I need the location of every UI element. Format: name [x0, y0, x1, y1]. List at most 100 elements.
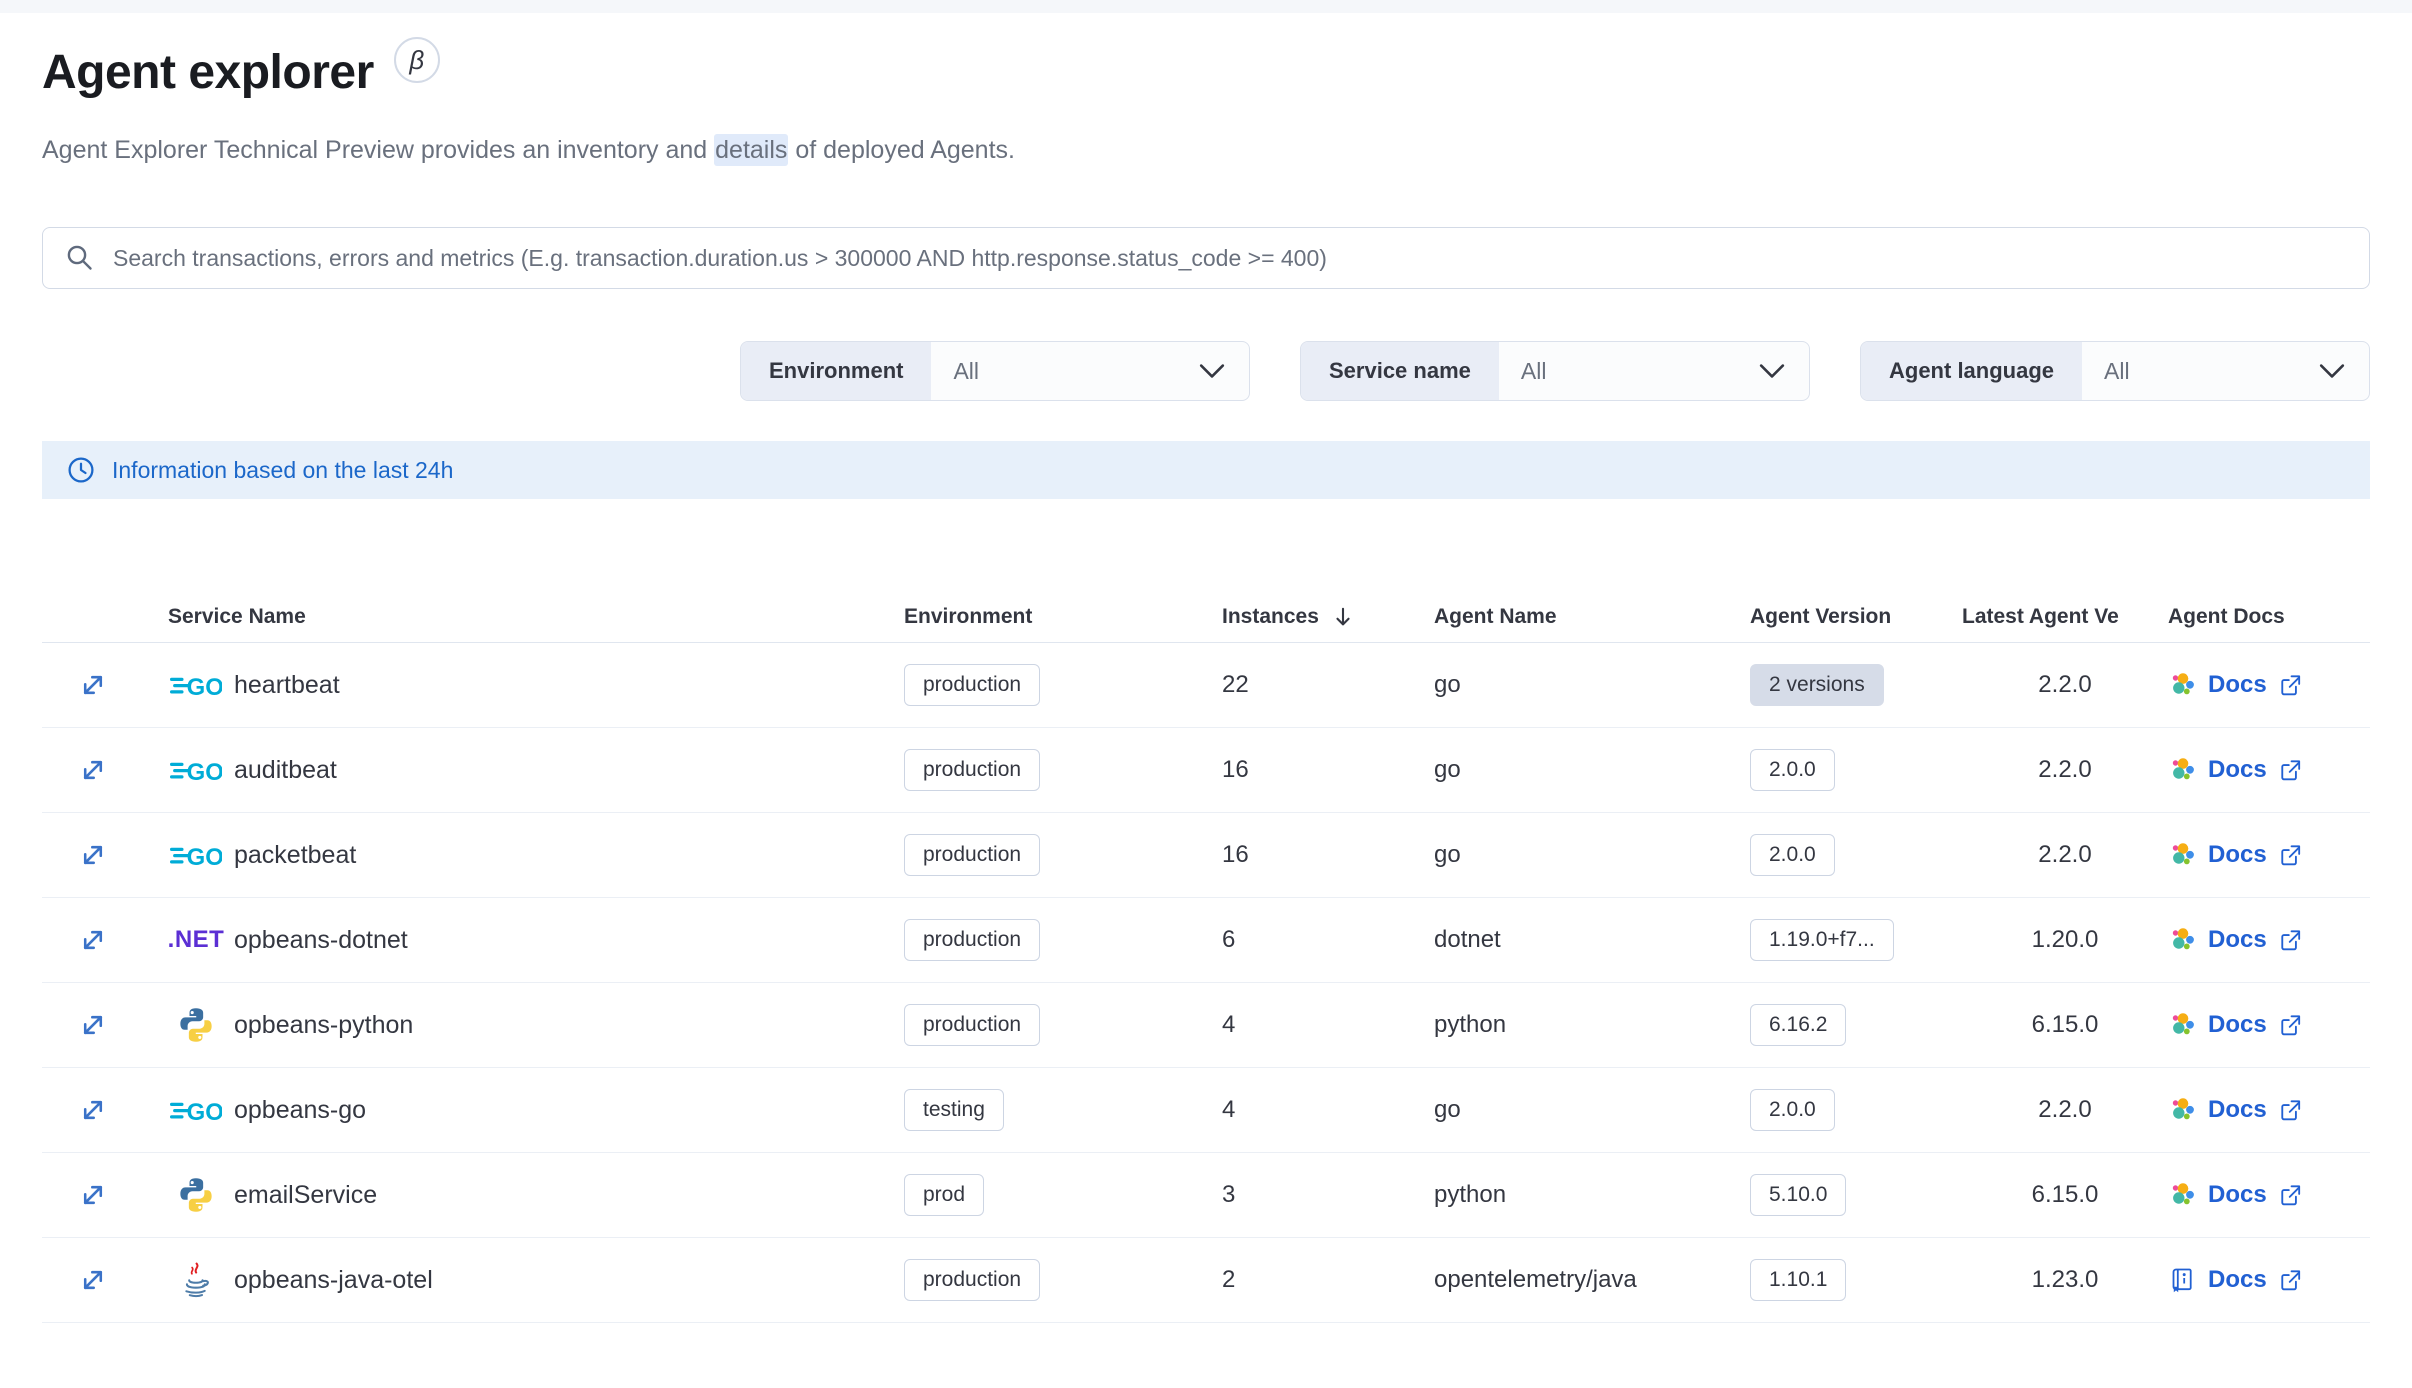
- header-latest-agent-version[interactable]: Latest Agent Ve: [1962, 605, 2168, 629]
- expand-row-button[interactable]: [72, 664, 114, 706]
- filter-agent-language-value: All: [2104, 357, 2130, 384]
- latest-agent-version-value: 2.2.0: [2038, 671, 2092, 698]
- expand-icon: [83, 1270, 103, 1290]
- expand-row-button[interactable]: [72, 919, 114, 961]
- external-link-icon: [2281, 760, 2300, 781]
- expand-row-button[interactable]: [72, 1259, 114, 1301]
- agent-version-badge: 2.0.0: [1750, 749, 1835, 791]
- chevron-down-icon: [1199, 364, 1225, 378]
- latest-agent-version-value: 1.20.0: [2031, 926, 2099, 953]
- agent-version-badge: 2.0.0: [1750, 834, 1835, 876]
- agent-docs-link[interactable]: Docs: [2168, 756, 2303, 784]
- service-name[interactable]: packetbeat: [234, 841, 356, 870]
- service-name[interactable]: opbeans-java-otel: [234, 1266, 433, 1295]
- header-instances[interactable]: Instances: [1222, 605, 1434, 629]
- table-row: heartbeat production 22 go 2 versions 2.…: [42, 643, 2370, 728]
- agent-name-value: dotnet: [1434, 926, 1501, 953]
- expand-row-button[interactable]: [72, 834, 114, 876]
- table-row: packetbeat production 16 go 2.0.0 2.2.0 …: [42, 813, 2370, 898]
- environment-badge: production: [904, 749, 1041, 791]
- filter-service-name[interactable]: Service name All: [1300, 341, 1810, 401]
- expand-row-button[interactable]: [72, 1089, 114, 1131]
- docs-link-label: Docs: [2208, 671, 2267, 698]
- instances-value: 2: [1222, 1266, 1236, 1293]
- expand-icon: [83, 675, 103, 695]
- service-name[interactable]: emailService: [234, 1181, 377, 1210]
- instances-value: 4: [1222, 1096, 1236, 1123]
- agent-name-value: go: [1434, 841, 1461, 868]
- elastic-agent-icon: [2172, 673, 2194, 695]
- java-icon: [168, 1259, 224, 1301]
- filter-environment-value: All: [953, 357, 980, 384]
- agent-name-value: go: [1434, 671, 1461, 698]
- table-header-row: Service Name Environment Instances Agent…: [42, 591, 2370, 643]
- filter-agent-language[interactable]: Agent language All: [1860, 341, 2370, 401]
- external-link-icon: [2281, 930, 2300, 951]
- service-name[interactable]: auditbeat: [234, 756, 337, 785]
- service-name[interactable]: opbeans-dotnet: [234, 926, 408, 955]
- environment-badge: production: [904, 1004, 1041, 1046]
- dotnet-icon: .NET: [167, 926, 225, 953]
- latest-agent-version-value: 6.15.0: [2031, 1181, 2099, 1208]
- filter-service-name-value: All: [1520, 357, 1547, 384]
- expand-icon: [83, 760, 103, 780]
- table-row: emailService prod 3 python 5.10.0 6.15.0…: [42, 1153, 2370, 1238]
- latest-agent-version-value: 6.15.0: [2031, 1011, 2099, 1038]
- agent-docs-link[interactable]: Docs: [2168, 671, 2303, 699]
- page-header: Agent explorer β: [42, 37, 2370, 103]
- docs-link-label: Docs: [2208, 1181, 2267, 1208]
- subtitle-highlighted-word: details: [714, 134, 789, 166]
- environment-badge: production: [904, 834, 1041, 876]
- agent-docs-link[interactable]: Docs: [2168, 1266, 2303, 1294]
- service-name[interactable]: heartbeat: [234, 671, 340, 700]
- expand-row-button[interactable]: [72, 749, 114, 791]
- expand-row-button[interactable]: [72, 1174, 114, 1216]
- docs-link-label: Docs: [2208, 1096, 2267, 1123]
- chevron-down-icon: [1759, 364, 1785, 378]
- table-row: auditbeat production 16 go 2.0.0 2.2.0 D…: [42, 728, 2370, 813]
- header-agent-docs: Agent Docs: [2168, 604, 2285, 628]
- subtitle-text-pre: Agent Explorer Technical Preview provide…: [42, 136, 715, 164]
- expand-icon: [83, 1100, 103, 1120]
- table-row: opbeans-java-otel production 2 opentelem…: [42, 1238, 2370, 1323]
- agent-docs-link[interactable]: Docs: [2168, 841, 2303, 869]
- service-name[interactable]: opbeans-go: [234, 1096, 366, 1125]
- agent-version-badge: 5.10.0: [1750, 1174, 1847, 1216]
- python-icon: [168, 1006, 224, 1044]
- header-agent-name[interactable]: Agent Name: [1434, 605, 1750, 629]
- environment-badge: prod: [904, 1174, 985, 1216]
- agent-version-badge[interactable]: 2 versions: [1750, 664, 1884, 706]
- agent-version-badge: 1.19.0+f7...: [1750, 919, 1894, 961]
- filter-environment[interactable]: Environment All: [740, 341, 1250, 401]
- expand-icon: [83, 845, 103, 865]
- instances-value: 4: [1222, 1011, 1236, 1038]
- search-input[interactable]: [113, 244, 2349, 272]
- page-title: Agent explorer: [42, 46, 374, 99]
- environment-badge: testing: [904, 1089, 1004, 1131]
- docs-link-label: Docs: [2208, 841, 2267, 868]
- agent-name-value: python: [1434, 1181, 1507, 1208]
- agent-version-badge: 6.16.2: [1750, 1004, 1847, 1046]
- agent-docs-link[interactable]: Docs: [2168, 926, 2303, 954]
- table-row: opbeans-go testing 4 go 2.0.0 2.2.0 Docs: [42, 1068, 2370, 1153]
- header-agent-version[interactable]: Agent Version: [1750, 605, 1962, 629]
- instances-value: 16: [1222, 841, 1249, 868]
- go-icon: [168, 1094, 224, 1126]
- time-range-banner: Information based on the last 24h: [42, 441, 2370, 499]
- header-service-name[interactable]: Service Name: [168, 605, 904, 629]
- service-name[interactable]: opbeans-python: [234, 1011, 413, 1040]
- agent-docs-link[interactable]: Docs: [2168, 1181, 2303, 1209]
- subtitle-text-post: of deployed Agents.: [788, 136, 1015, 164]
- search-bar[interactable]: [42, 227, 2370, 289]
- agent-docs-link[interactable]: Docs: [2168, 1011, 2303, 1039]
- agent-explorer-table: Service Name Environment Instances Agent…: [42, 591, 2370, 1323]
- instances-value: 16: [1222, 756, 1249, 783]
- agent-name-value: go: [1434, 756, 1461, 783]
- environment-badge: production: [904, 1259, 1041, 1301]
- expand-row-button[interactable]: [72, 1004, 114, 1046]
- header-environment[interactable]: Environment: [904, 605, 1222, 629]
- filters-row: Environment All Service name All Agent l…: [42, 341, 2370, 401]
- elastic-agent-icon: [2172, 843, 2194, 865]
- window-top-strip: [0, 0, 2412, 13]
- agent-docs-link[interactable]: Docs: [2168, 1096, 2303, 1124]
